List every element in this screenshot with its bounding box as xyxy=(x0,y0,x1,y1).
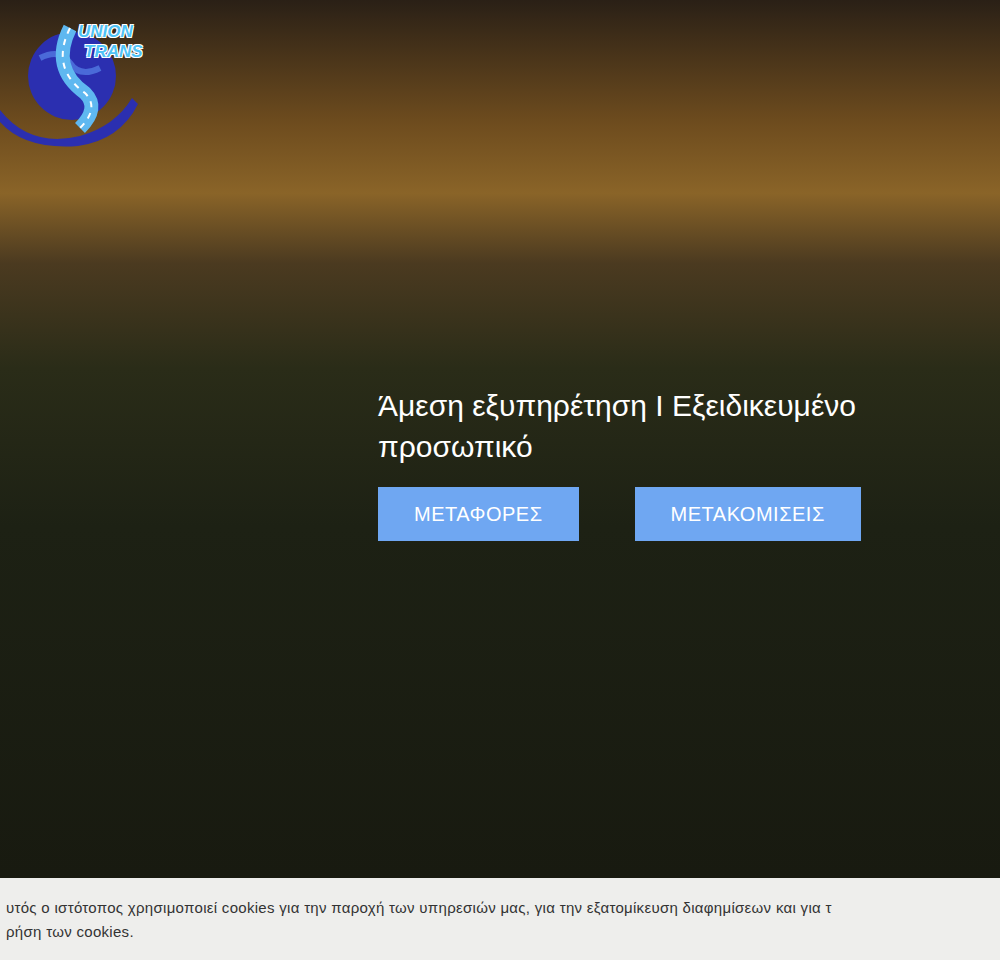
logo-line1: UNION xyxy=(78,22,143,42)
page: UNIONTRANS Άμεση εξυπηρέτηση Ι Εξειδικευμ… xyxy=(0,0,1000,960)
cookie-text: υτός ο ιστότοπος χρησιμοποιεί cookies γι… xyxy=(6,896,994,920)
hero: UNIONTRANS Άμεση εξυπηρέτηση Ι Εξειδικευμ… xyxy=(0,0,1000,878)
hero-title-line: προσωπικό xyxy=(378,426,1000,467)
hero-button[interactable]: ΜΕΤΑΚΟΜΙΣΕΙΣ xyxy=(635,487,861,541)
cookie-bar: υτός ο ιστότοπος χρησιμοποιεί cookies γι… xyxy=(0,878,1000,960)
hero-title: Άμεση εξυπηρέτηση Ι Εξειδικευμένοπροσωπι… xyxy=(378,385,1000,467)
hero-buttons: ΜΕΤΑΦΟΡΕΣ ΜΕΤΑΚΟΜΙΣΕΙΣ xyxy=(378,487,1000,541)
hero-title-line: Άμεση εξυπηρέτηση Ι Εξειδικευμένο xyxy=(378,385,1000,426)
logo-text: UNIONTRANS xyxy=(78,22,143,62)
cookie-text: ρήση των cookies. xyxy=(6,920,994,944)
hero-content: Άμεση εξυπηρέτηση Ι Εξειδικευμένοπροσωπι… xyxy=(0,0,1000,541)
logo-line2: TRANS xyxy=(78,42,143,62)
hero-button[interactable]: ΜΕΤΑΦΟΡΕΣ xyxy=(378,487,579,541)
logo[interactable]: UNIONTRANS xyxy=(0,18,150,148)
